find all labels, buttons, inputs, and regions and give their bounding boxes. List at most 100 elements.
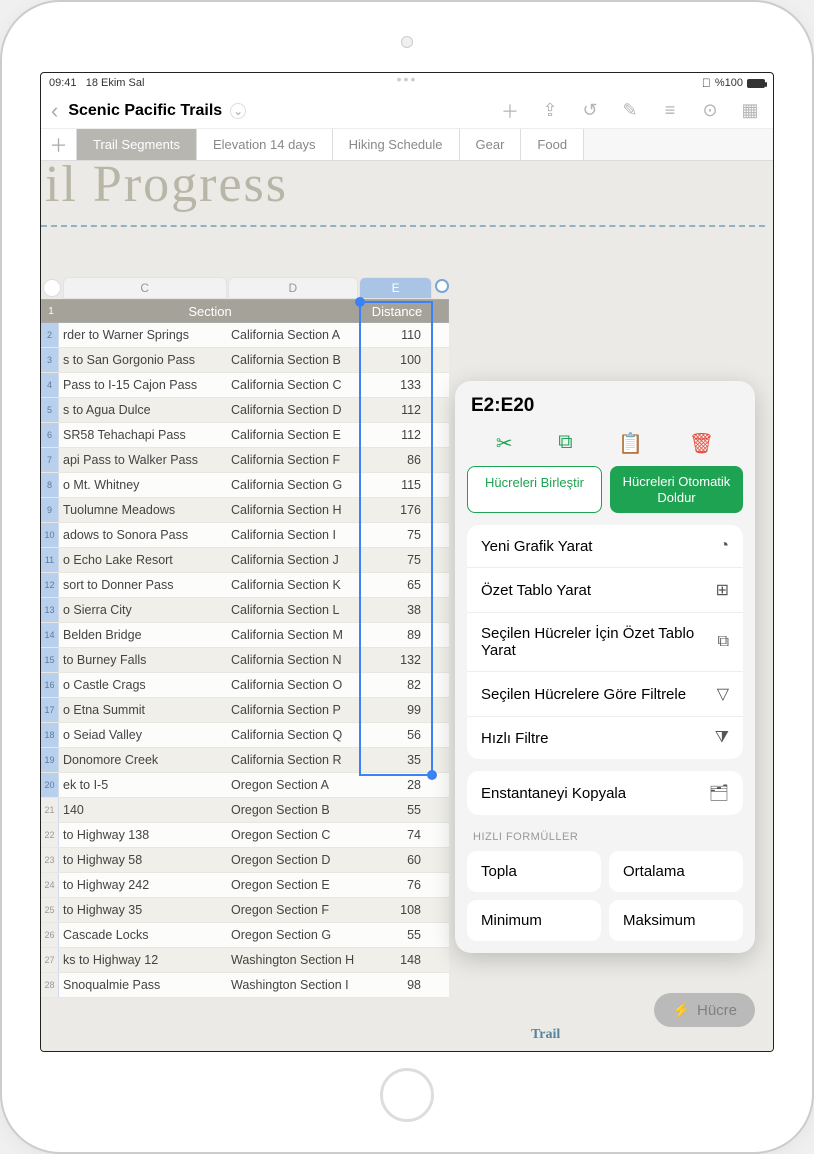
row-number[interactable]: 17 <box>41 698 59 722</box>
row-number[interactable]: 16 <box>41 673 59 697</box>
cell-distance[interactable]: 98 <box>357 973 431 997</box>
cell-section[interactable]: Oregon Section B <box>225 798 357 822</box>
cut-icon[interactable]: ✂ <box>496 431 513 456</box>
cell-distance[interactable]: 132 <box>357 648 431 672</box>
copy-icon[interactable]: ⧉ <box>558 431 572 456</box>
document-title[interactable]: Scenic Pacific Trails <box>68 102 222 120</box>
cell-trail[interactable]: SR58 Tehachapi Pass <box>59 423 225 447</box>
tab-hiking-schedule[interactable]: Hiking Schedule <box>333 129 460 160</box>
cell-trail[interactable]: o Sierra City <box>59 598 225 622</box>
cell-section[interactable]: Washington Section I <box>225 973 357 997</box>
tab-gear[interactable]: Gear <box>460 129 522 160</box>
cell-trail[interactable]: o Etna Summit <box>59 698 225 722</box>
row-number[interactable]: 15 <box>41 648 59 672</box>
cell-section[interactable]: California Section E <box>225 423 357 447</box>
row-number[interactable]: 22 <box>41 823 59 847</box>
cell-section[interactable]: California Section G <box>225 473 357 497</box>
share-icon[interactable]: ⇪ <box>533 100 567 121</box>
cell-section[interactable]: California Section R <box>225 748 357 772</box>
table-row[interactable]: 8o Mt. WhitneyCalifornia Section G115 <box>41 473 449 498</box>
cell-section[interactable]: California Section P <box>225 698 357 722</box>
row-number[interactable]: 14 <box>41 623 59 647</box>
row-number[interactable]: 20 <box>41 773 59 797</box>
table-row[interactable]: 2rder to Warner SpringsCalifornia Sectio… <box>41 323 449 348</box>
menu-new-chart[interactable]: Yeni Grafik Yarat ◔ <box>467 525 743 568</box>
cell-distance[interactable]: 89 <box>357 623 431 647</box>
cell-trail[interactable]: Belden Bridge <box>59 623 225 647</box>
cell-section[interactable]: Oregon Section G <box>225 923 357 947</box>
row-number[interactable]: 27 <box>41 948 59 972</box>
table-header-row[interactable]: 1 Section Distance <box>41 299 449 323</box>
column-d[interactable]: D <box>228 277 358 299</box>
cell-distance[interactable]: 76 <box>357 873 431 897</box>
menu-pivot-table[interactable]: Özet Tablo Yarat ⊞ <box>467 568 743 613</box>
cell-distance[interactable]: 60 <box>357 848 431 872</box>
cell-section[interactable]: California Section J <box>225 548 357 572</box>
menu-quick-filter[interactable]: Hızlı Filtre ⧩ <box>467 717 743 759</box>
cell-section[interactable]: California Section C <box>225 373 357 397</box>
add-sheet-button[interactable]: ＋ <box>41 129 77 160</box>
cell-section[interactable]: California Section A <box>225 323 357 347</box>
cell-distance[interactable]: 148 <box>357 948 431 972</box>
multitask-dots[interactable]: ••• <box>397 72 418 87</box>
cell-trail[interactable]: o Echo Lake Resort <box>59 548 225 572</box>
row-number[interactable]: 3 <box>41 348 59 372</box>
cell-trail[interactable]: o Seiad Valley <box>59 723 225 747</box>
spreadsheet-grid[interactable]: C D E 1 Section Distance 2rder to Warner… <box>41 277 449 1051</box>
more-icon[interactable]: ⊙ <box>693 100 727 121</box>
cell-distance[interactable]: 82 <box>357 673 431 697</box>
cell-trail[interactable]: 140 <box>59 798 225 822</box>
cell-section[interactable]: California Section B <box>225 348 357 372</box>
cell-trail[interactable]: s to Agua Dulce <box>59 398 225 422</box>
cell-distance[interactable]: 99 <box>357 698 431 722</box>
table-row[interactable]: 23to Highway 58Oregon Section D60 <box>41 848 449 873</box>
insert-icon[interactable]: ▦ <box>733 100 767 121</box>
column-resize-handle[interactable] <box>435 279 449 293</box>
table-row[interactable]: 20ek to I-5Oregon Section A28 <box>41 773 449 798</box>
cell-trail[interactable]: Tuolumne Meadows <box>59 498 225 522</box>
cell-trail[interactable]: to Highway 242 <box>59 873 225 897</box>
row-number[interactable]: 2 <box>41 323 59 347</box>
cell-distance[interactable]: 176 <box>357 498 431 522</box>
menu-filter-by-selection[interactable]: Seçilen Hücrelere Göre Filtrele ▽ <box>467 672 743 717</box>
table-row[interactable]: 9Tuolumne MeadowsCalifornia Section H176 <box>41 498 449 523</box>
cell-distance[interactable]: 28 <box>357 773 431 797</box>
cell-trail[interactable]: sort to Donner Pass <box>59 573 225 597</box>
cell-section[interactable]: Oregon Section A <box>225 773 357 797</box>
column-e[interactable]: E <box>359 277 432 299</box>
table-row[interactable]: 26Cascade LocksOregon Section G55 <box>41 923 449 948</box>
table-row[interactable]: 15to Burney FallsCalifornia Section N132 <box>41 648 449 673</box>
row-number[interactable]: 25 <box>41 898 59 922</box>
cell-trail[interactable]: o Castle Crags <box>59 673 225 697</box>
cell-distance[interactable]: 75 <box>357 523 431 547</box>
select-all-handle[interactable] <box>43 279 61 297</box>
cell-trail[interactable]: to Highway 35 <box>59 898 225 922</box>
cell-distance[interactable]: 86 <box>357 448 431 472</box>
menu-copy-snapshot[interactable]: Enstantaneyi Kopyala 🗂 <box>467 771 743 815</box>
row-number[interactable]: 6 <box>41 423 59 447</box>
home-button[interactable] <box>380 1068 434 1122</box>
row-number[interactable]: 11 <box>41 548 59 572</box>
cell-distance[interactable]: 100 <box>357 348 431 372</box>
cell-distance[interactable]: 65 <box>357 573 431 597</box>
table-row[interactable]: 27ks to Highway 12Washington Section H14… <box>41 948 449 973</box>
formula-min[interactable]: Minimum <box>467 900 601 941</box>
cell-section[interactable]: Oregon Section D <box>225 848 357 872</box>
cell-trail[interactable]: to Highway 58 <box>59 848 225 872</box>
cell-distance[interactable]: 38 <box>357 598 431 622</box>
delete-icon[interactable]: 🗑 <box>689 431 714 456</box>
cell-distance[interactable]: 115 <box>357 473 431 497</box>
row-number[interactable]: 5 <box>41 398 59 422</box>
cell-section[interactable]: California Section M <box>225 623 357 647</box>
cell-trail[interactable]: o Mt. Whitney <box>59 473 225 497</box>
cell-trail[interactable]: api Pass to Walker Pass <box>59 448 225 472</box>
table-row[interactable]: 10adows to Sonora PassCalifornia Section… <box>41 523 449 548</box>
cell-section[interactable]: Oregon Section F <box>225 898 357 922</box>
spreadsheet-canvas[interactable]: il Progress C D E 1 Section Distance 2rd… <box>41 161 773 1051</box>
row-number[interactable]: 8 <box>41 473 59 497</box>
cell-distance[interactable]: 55 <box>357 923 431 947</box>
row-number[interactable]: 21 <box>41 798 59 822</box>
table-row[interactable]: 25to Highway 35Oregon Section F108 <box>41 898 449 923</box>
cell-section[interactable]: California Section L <box>225 598 357 622</box>
table-row[interactable]: 16o Castle CragsCalifornia Section O82 <box>41 673 449 698</box>
